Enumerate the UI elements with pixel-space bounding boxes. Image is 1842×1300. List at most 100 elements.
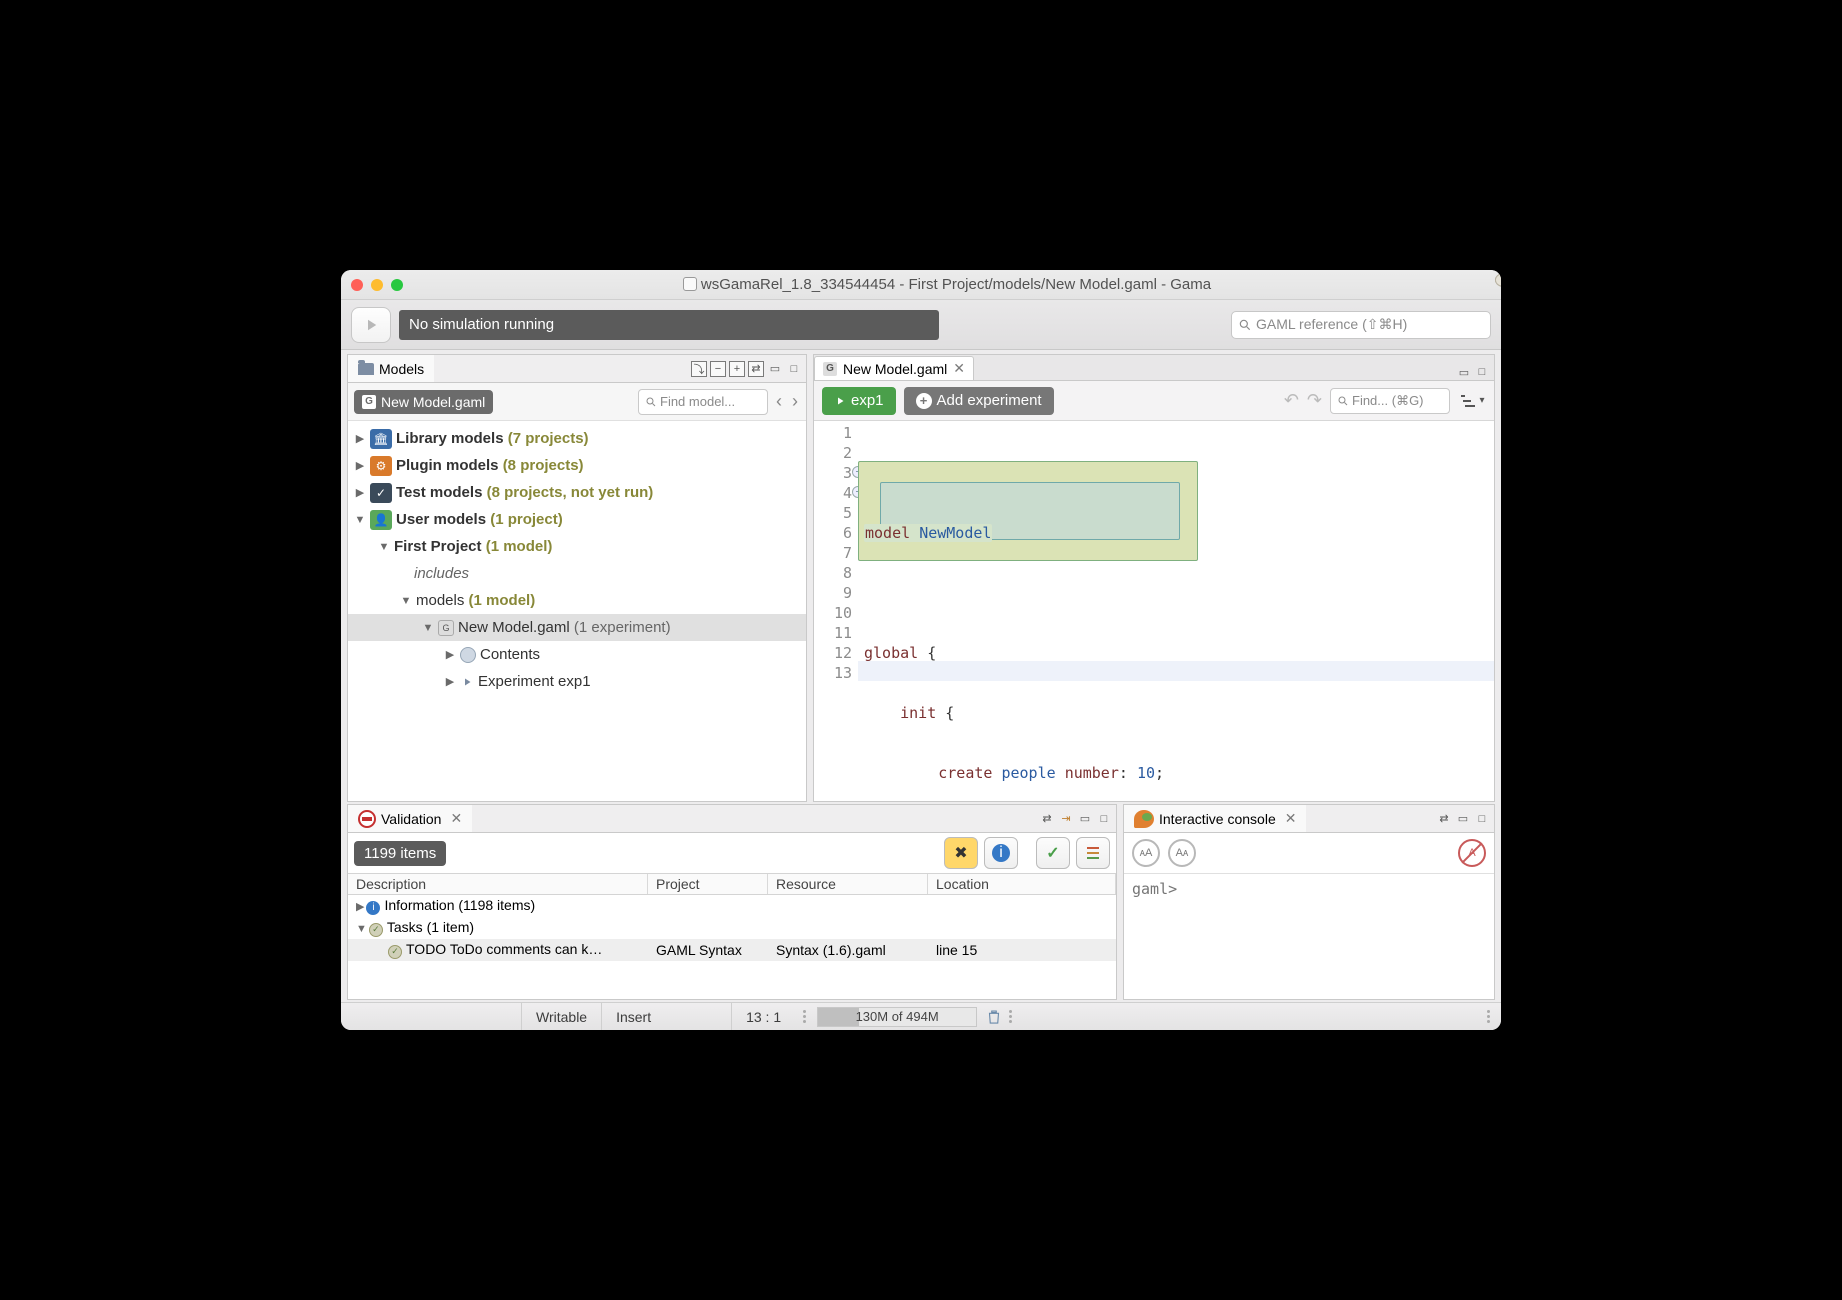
library-models-node[interactable]: ▶🏛Library models (7 projects) <box>348 425 806 452</box>
find-model-input[interactable]: Find model... <box>638 389 768 415</box>
add-experiment-button[interactable]: + Add experiment <box>904 387 1054 415</box>
contents-node[interactable]: ▶Contents <box>348 641 806 668</box>
models-folder-node[interactable]: ▼models (1 model) <box>348 587 806 614</box>
validation-row-information[interactable]: ▶iInformation (1198 items) <box>348 895 1116 917</box>
task-icon: ✓ <box>369 923 383 937</box>
editor-find-input[interactable]: Find... (⌘G) <box>1330 388 1450 414</box>
includes-node[interactable]: includes <box>348 560 806 587</box>
col-description[interactable]: Description <box>348 874 648 894</box>
line-gutter: 12 3− 4− 567 8910 111213 <box>814 421 858 801</box>
check-icon: ✓ <box>370 483 392 503</box>
status-insert: Insert <box>601 1003 731 1030</box>
clear-console-button[interactable]: A <box>1458 839 1486 867</box>
font-increase-button[interactable]: Aᴀ <box>1168 839 1196 867</box>
maximize-view-icon[interactable]: □ <box>1096 811 1112 827</box>
nav-forward-icon[interactable]: › <box>790 391 800 412</box>
user-models-node[interactable]: ▼👤User models (1 project) <box>348 506 806 533</box>
minimize-editor-icon[interactable]: ▭ <box>1456 364 1472 380</box>
editor-tab-label: New Model.gaml <box>843 361 947 377</box>
view-menu-icon[interactable]: ⇄ <box>1436 811 1452 827</box>
nav-back-icon[interactable]: ‹ <box>774 391 784 412</box>
library-icon: 🏛 <box>370 429 392 449</box>
maximize-view-icon[interactable]: □ <box>786 361 802 377</box>
item-count-chip: 1199 items <box>354 841 446 866</box>
validate-button[interactable]: ✓ <box>1036 837 1070 869</box>
validation-tab[interactable]: Validation ✕ <box>348 805 472 832</box>
close-tab-icon[interactable]: ✕ <box>953 360 965 377</box>
gaml-reference-search[interactable]: GAML reference (⇧⌘H) <box>1231 311 1491 339</box>
validation-row-tasks[interactable]: ▼✓Tasks (1 item) <box>348 917 1116 939</box>
minimize-window-button[interactable] <box>371 279 383 291</box>
import-icon[interactable]: ⤵ <box>691 361 707 377</box>
status-writable: Writable <box>521 1003 601 1030</box>
col-project[interactable]: Project <box>648 874 768 894</box>
expand-icon[interactable]: + <box>729 361 745 377</box>
link-icon[interactable]: ⇄ <box>748 361 764 377</box>
task-icon: ✓ <box>388 945 402 959</box>
info-filter-button[interactable]: i <box>984 837 1018 869</box>
close-view-icon[interactable]: ✕ <box>1285 810 1297 827</box>
test-models-node[interactable]: ▶✓Test models (8 projects, not yet run) <box>348 479 806 506</box>
window-title: wsGamaRel_1.8_334544454 - First Project/… <box>403 276 1491 293</box>
play-button[interactable] <box>351 307 391 343</box>
font-decrease-button[interactable]: ᴀA <box>1132 839 1160 867</box>
validation-panel: Validation ✕ ⇄ ⇥ ▭ □ 1199 items ✖ i ✓ <box>347 804 1117 1000</box>
app-icon <box>683 277 697 291</box>
gaml-file-node[interactable]: ▼GNew Model.gaml (1 experiment) <box>348 614 806 641</box>
project-node[interactable]: ▼First Project (1 model) <box>348 533 806 560</box>
history-back-icon[interactable]: ↶ <box>1284 390 1299 411</box>
maximize-view-icon[interactable]: □ <box>1474 811 1490 827</box>
editor-panel: G New Model.gaml ✕ ▭ □ exp1 + Add experi… <box>813 354 1495 802</box>
list-button[interactable] <box>1076 837 1110 869</box>
close-view-icon[interactable]: ✕ <box>450 810 462 827</box>
editor-tab[interactable]: G New Model.gaml ✕ <box>814 356 974 380</box>
validation-row-todo[interactable]: ✓TODO ToDo comments can k… GAML Syntax S… <box>348 939 1116 961</box>
gear-icon: ⚙ <box>370 456 392 476</box>
app-window: wsGamaRel_1.8_334544454 - First Project/… <box>341 270 1501 1030</box>
status-bar: Writable Insert 13 : 1 130M of 494M <box>341 1002 1501 1030</box>
plus-icon: + <box>916 393 932 409</box>
gaml-file-icon: G <box>438 620 454 636</box>
error-icon <box>358 810 376 828</box>
maximize-editor-icon[interactable]: □ <box>1474 364 1490 380</box>
models-tab-label: Models <box>379 361 424 377</box>
errors-filter-button[interactable]: ✖ <box>944 837 978 869</box>
gc-trash-icon[interactable] <box>985 1008 1003 1026</box>
console-tab[interactable]: Interactive console ✕ <box>1124 805 1306 832</box>
zoom-window-button[interactable] <box>391 279 403 291</box>
outline-button[interactable]: ▾ <box>1458 389 1486 413</box>
chat-icon <box>1134 810 1154 828</box>
status-cursor-pos: 13 : 1 <box>731 1003 795 1030</box>
col-location[interactable]: Location <box>928 874 1116 894</box>
run-experiment-button[interactable]: exp1 <box>822 387 896 415</box>
gaml-file-icon: G <box>362 395 376 409</box>
col-resource[interactable]: Resource <box>768 874 928 894</box>
minimize-view-icon[interactable]: ▭ <box>767 361 783 377</box>
view-menu-icon[interactable]: ⇄ <box>1039 811 1055 827</box>
play-small-icon <box>460 675 474 689</box>
folder-icon <box>358 363 374 375</box>
code-editor[interactable]: 12 3− 4− 567 8910 111213 model NewModel … <box>814 421 1494 801</box>
filter-icon[interactable]: ⇥ <box>1058 811 1074 827</box>
user-icon: 👤 <box>370 510 392 530</box>
titlebar: wsGamaRel_1.8_334544454 - First Project/… <box>341 270 1501 300</box>
search-placeholder: GAML reference (⇧⌘H) <box>1256 316 1407 333</box>
info-icon: i <box>366 901 380 915</box>
minimize-view-icon[interactable]: ▭ <box>1455 811 1471 827</box>
experiment-node[interactable]: ▶Experiment exp1 <box>348 668 806 695</box>
plugin-models-node[interactable]: ▶⚙Plugin models (8 projects) <box>348 452 806 479</box>
close-window-button[interactable] <box>351 279 363 291</box>
memory-bar[interactable]: 130M of 494M <box>817 1007 977 1027</box>
simulation-status: No simulation running <box>399 310 939 340</box>
models-panel: Models ⤵ − + ⇄ ▭ □ G New Model.gaml <box>347 354 807 802</box>
console-output[interactable]: gaml> <box>1124 873 1494 999</box>
minimize-view-icon[interactable]: ▭ <box>1077 811 1093 827</box>
collapse-icon[interactable]: − <box>710 361 726 377</box>
main-toolbar: No simulation running GAML reference (⇧⌘… <box>341 300 1501 350</box>
models-tab[interactable]: Models <box>348 355 434 382</box>
globe-icon <box>460 647 476 663</box>
history-forward-icon[interactable]: ↷ <box>1307 390 1322 411</box>
model-tree: ▶🏛Library models (7 projects) ▶⚙Plugin m… <box>348 421 806 699</box>
active-file-chip[interactable]: G New Model.gaml <box>354 390 493 414</box>
console-panel: Interactive console ✕ ⇄ ▭ □ ᴀA Aᴀ A gaml… <box>1123 804 1495 1000</box>
